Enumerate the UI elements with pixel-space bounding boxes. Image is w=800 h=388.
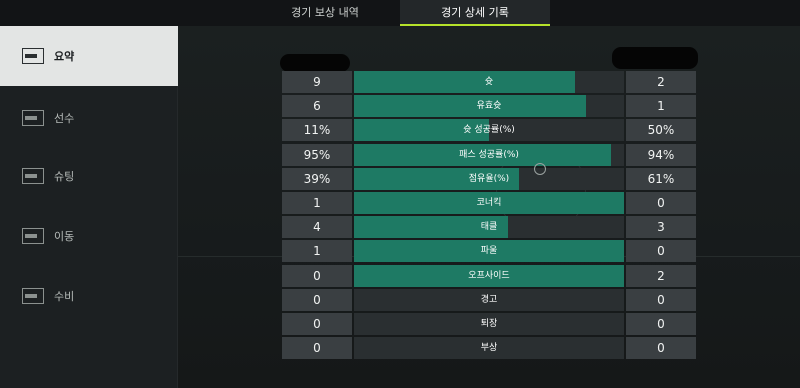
stat-row: 4 태클 3 (282, 216, 698, 239)
stat-label: 패스 성공률(%) (459, 149, 519, 160)
stat-row: 0 오프사이드 2 (282, 264, 698, 287)
stat-row: 6 유효슛 1 (282, 95, 698, 118)
sidebar-item-defense[interactable]: 수비 (0, 266, 178, 326)
sidebar-item-summary[interactable]: 요약 (0, 26, 178, 86)
away-stat-value: 0 (626, 288, 696, 311)
home-stat-value: 11% (282, 119, 352, 142)
away-stat-value: 0 (626, 313, 696, 335)
home-stat-value: 6 (282, 95, 352, 118)
stat-row: 1 코너킥 0 (282, 192, 698, 214)
sidebar-item-label: 슈팅 (54, 170, 75, 183)
stat-label: 점유율(%) (468, 173, 510, 184)
movement-icon (22, 228, 44, 244)
stat-label: 슛 (484, 77, 494, 87)
home-stat-value: 39% (282, 167, 352, 190)
home-stat-value: 95% (282, 143, 352, 166)
sidebar-item-shooting[interactable]: 슈팅 (0, 146, 178, 206)
top-tab-bar: 경기 보상 내역 경기 상세 기록 (0, 0, 800, 26)
home-stat-value: 0 (282, 288, 352, 311)
stat-row: 39% 점유율(%) 61% (282, 167, 698, 190)
stat-row: 1 파울 0 (282, 240, 698, 263)
away-stat-value: 0 (626, 240, 696, 263)
summary-icon (22, 48, 44, 64)
sidebar: 요약 선수 슈팅 이동 수비 (0, 26, 178, 388)
sidebar-item-players[interactable]: 선수 (0, 88, 178, 148)
home-stat-value: 0 (282, 264, 352, 287)
sidebar-item-label: 수비 (54, 290, 75, 303)
home-stat-value: 1 (282, 192, 352, 214)
stat-row: 11% 슛 성공률(%) 50% (282, 119, 698, 142)
stat-label: 퇴장 (480, 319, 498, 329)
stat-label: 파울 (480, 246, 498, 257)
home-stat-value: 0 (282, 337, 352, 360)
away-stat-value: 3 (626, 216, 696, 239)
tab-match-rewards[interactable]: 경기 보상 내역 (250, 0, 400, 26)
sidebar-item-movement[interactable]: 이동 (0, 206, 178, 266)
home-stat-value: 1 (282, 240, 352, 263)
stat-label: 경고 (480, 294, 498, 305)
tab-match-details[interactable]: 경기 상세 기록 (400, 0, 550, 26)
away-stat-value: 1 (626, 95, 696, 118)
away-stat-value: 0 (626, 337, 696, 360)
home-stat-value: 0 (282, 313, 352, 335)
away-stat-value: 94% (626, 143, 696, 166)
away-stat-value: 2 (626, 264, 696, 287)
shooting-icon (22, 168, 44, 184)
home-stat-value: 9 (282, 71, 352, 93)
sidebar-item-label: 이동 (54, 230, 75, 243)
defense-icon (22, 288, 44, 304)
stat-row: 0 부상 0 (282, 337, 698, 360)
stat-label: 부상 (480, 343, 498, 354)
cursor-ring (534, 163, 546, 175)
players-icon (22, 110, 44, 126)
sidebar-item-label: 요약 (54, 50, 75, 63)
stat-label: 태클 (480, 222, 498, 233)
stat-label: 유효슛 (476, 101, 502, 112)
away-stat-value: 2 (626, 71, 696, 93)
stat-label: 슛 성공률(%) (463, 125, 515, 136)
away-stat-value: 61% (626, 167, 696, 190)
stat-row: 95% 패스 성공률(%) 94% (282, 143, 698, 166)
stat-label: 오프사이드 (468, 270, 510, 281)
stat-row: 9 슛 2 (282, 71, 698, 93)
stat-label: 코너킥 (476, 198, 502, 208)
away-team-name-redacted (612, 47, 698, 69)
away-stat-value: 0 (626, 192, 696, 214)
sidebar-item-label: 선수 (54, 112, 75, 125)
stat-row: 0 경고 0 (282, 288, 698, 311)
home-team-name-redacted (280, 54, 350, 72)
home-stat-value: 4 (282, 216, 352, 239)
stat-row: 0 퇴장 0 (282, 313, 698, 335)
away-stat-value: 50% (626, 119, 696, 142)
